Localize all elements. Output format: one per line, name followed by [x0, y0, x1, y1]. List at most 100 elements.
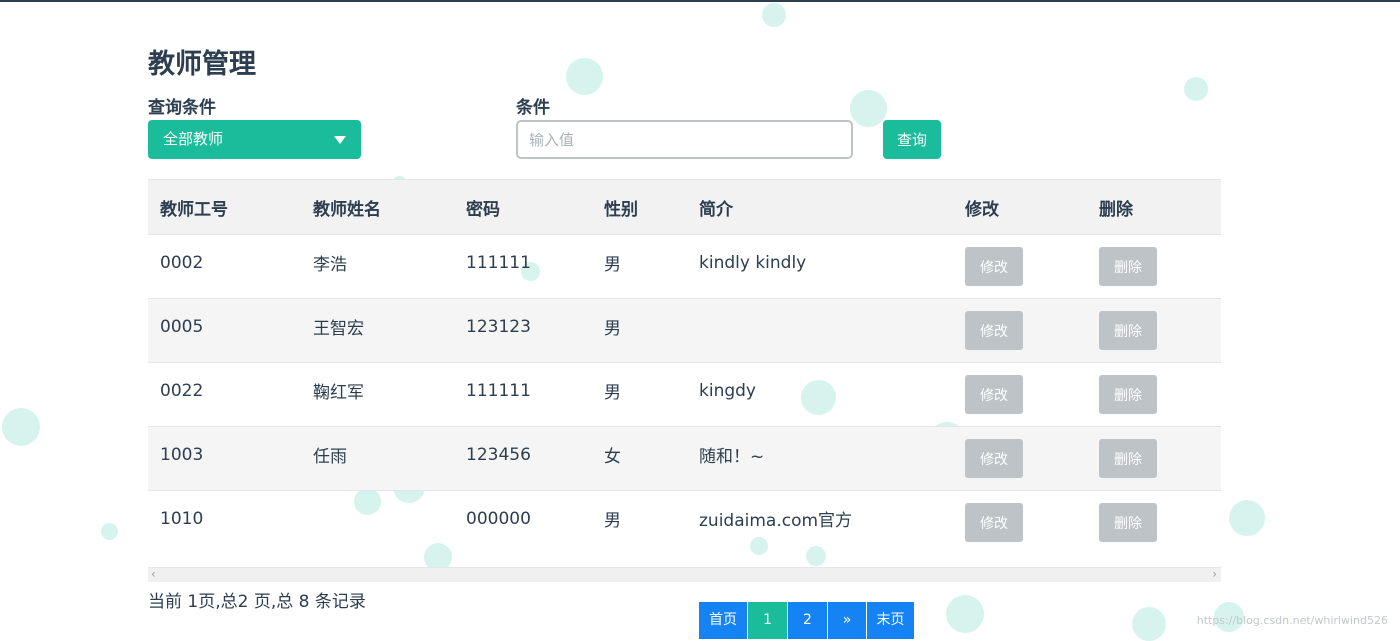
cell-teacher-id: 1003 [148, 426, 301, 491]
cell-password: 000000 [454, 491, 592, 555]
cell-gender: 女 [592, 426, 687, 491]
cell-delete: 删除 [1087, 426, 1221, 491]
page-info-text: 当前 1页,总2 页,总 8 条记录 [148, 592, 366, 612]
cell-password-text: 111111 [466, 252, 531, 273]
chevron-right-icon[interactable]: › [1212, 567, 1217, 582]
edit-button[interactable]: 修改 [965, 247, 1023, 286]
edit-button[interactable]: 修改 [965, 311, 1023, 350]
cell-teacher-id: 0005 [148, 298, 301, 363]
delete-button[interactable]: 删除 [1099, 439, 1157, 478]
cell-gender-text: 男 [604, 383, 621, 403]
cell-password-text: 123123 [466, 316, 531, 337]
cell-gender-text: 男 [604, 255, 621, 275]
cell-password: 111111 [454, 362, 592, 427]
cell-teacher-name: 李浩 [301, 234, 454, 299]
cell-gender: 男 [592, 491, 687, 555]
delete-button[interactable]: 删除 [1099, 247, 1157, 286]
teacher-table-wrapper: 教师工号 教师姓名 密码 性别 简介 修改 删除 0002 李浩 111111 … [148, 179, 1221, 554]
edit-button[interactable]: 修改 [965, 503, 1023, 542]
cell-delete: 删除 [1087, 362, 1221, 427]
cell-intro-text: 随和！~ [699, 447, 765, 467]
table-header-row: 教师工号 教师姓名 密码 性别 简介 修改 删除 [148, 179, 1221, 235]
cell-teacher-name-text: 任雨 [313, 447, 347, 467]
cell-teacher-id-text: 1003 [160, 444, 204, 465]
caret-down-icon [334, 136, 346, 144]
cell-intro-text: kindly kindly [699, 252, 807, 273]
header-teacher-name: 教师姓名 [301, 179, 454, 235]
query-button[interactable]: 查询 [883, 120, 941, 159]
cell-password: 123456 [454, 426, 592, 491]
cell-teacher-name-text: 鞠红军 [313, 383, 364, 403]
cell-intro: 随和！~ [687, 426, 953, 491]
query-condition-label: 查询条件 [148, 98, 216, 118]
cell-password-text: 000000 [466, 508, 531, 529]
table-row: 0002 李浩 111111 男 kindly kindly 修改 删除 [148, 234, 1221, 299]
header-edit: 修改 [953, 179, 1087, 235]
cell-intro: zuidaima.com官方 [687, 491, 953, 555]
cell-gender-text: 男 [604, 511, 621, 531]
cell-teacher-name-text: 王智宏 [313, 319, 364, 339]
header-teacher-id: 教师工号 [148, 179, 301, 235]
cell-password: 111111 [454, 234, 592, 299]
horizontal-scrollbar[interactable]: ‹ › [148, 567, 1221, 582]
cell-teacher-name: 任雨 [301, 426, 454, 491]
cell-teacher-id: 0002 [148, 234, 301, 299]
cell-delete: 删除 [1087, 234, 1221, 299]
header-intro: 简介 [687, 179, 953, 235]
pagination-first[interactable]: 首页 [699, 602, 748, 639]
cell-gender-text: 男 [604, 319, 621, 339]
table-row: 0005 王智宏 123123 男 修改 删除 [148, 298, 1221, 363]
delete-button[interactable]: 删除 [1099, 503, 1157, 542]
table-row: 0022 鞠红军 111111 男 kingdy 修改 删除 [148, 362, 1221, 427]
cell-delete: 删除 [1087, 491, 1221, 555]
edit-button[interactable]: 修改 [965, 375, 1023, 414]
teacher-filter-value: 全部教师 [163, 130, 224, 148]
cell-password-text: 111111 [466, 380, 531, 401]
cell-gender: 男 [592, 234, 687, 299]
chevron-left-icon[interactable]: ‹ [151, 567, 156, 582]
cell-teacher-id-text: 0022 [160, 380, 204, 401]
cell-teacher-id-text: 0005 [160, 316, 204, 337]
cell-password-text: 123456 [466, 444, 531, 465]
cell-teacher-id: 1010 [148, 491, 301, 555]
teacher-table: 教师工号 教师姓名 密码 性别 简介 修改 删除 0002 李浩 111111 … [148, 179, 1221, 554]
cell-teacher-name: 王智宏 [301, 298, 454, 363]
table-row: 1010 000000 男 zuidaima.com官方 修改 删除 [148, 491, 1221, 555]
cell-intro-text: zuidaima.com官方 [699, 511, 853, 531]
condition-input[interactable] [516, 120, 853, 159]
cell-intro [687, 298, 953, 363]
cell-intro: kindly kindly [687, 234, 953, 299]
cell-edit: 修改 [953, 362, 1087, 427]
edit-button[interactable]: 修改 [965, 439, 1023, 478]
cell-teacher-id-text: 1010 [160, 508, 204, 529]
cell-gender-text: 女 [604, 447, 621, 467]
cell-edit: 修改 [953, 298, 1087, 363]
header-delete: 删除 [1087, 179, 1221, 235]
cell-teacher-name [301, 491, 454, 555]
delete-button[interactable]: 删除 [1099, 311, 1157, 350]
pagination-last[interactable]: 末页 [867, 602, 914, 639]
condition-label: 条件 [516, 98, 550, 118]
cell-edit: 修改 [953, 426, 1087, 491]
header-password: 密码 [454, 179, 592, 235]
cell-teacher-id-text: 0002 [160, 252, 204, 273]
watermark: https://blog.csdn.net/whirlwind526 [1196, 614, 1388, 627]
cell-edit: 修改 [953, 234, 1087, 299]
cell-delete: 删除 [1087, 298, 1221, 363]
cell-teacher-name-text: 李浩 [313, 255, 347, 275]
cell-gender: 男 [592, 298, 687, 363]
cell-intro-text: kingdy [699, 380, 756, 401]
pagination-page-1[interactable]: 1 [748, 602, 788, 639]
header-gender: 性别 [592, 179, 687, 235]
cell-edit: 修改 [953, 491, 1087, 555]
delete-button[interactable]: 删除 [1099, 375, 1157, 414]
cell-teacher-id: 0022 [148, 362, 301, 427]
teacher-filter-select[interactable]: 全部教师 [148, 120, 361, 159]
pagination-page-2[interactable]: 2 [788, 602, 828, 639]
cell-teacher-name: 鞠红军 [301, 362, 454, 427]
table-row: 1003 任雨 123456 女 随和！~ 修改 删除 [148, 426, 1221, 491]
main-content: 教师管理 查询条件 全部教师 条件 查询 教师工号 教师姓名 密码 [0, 0, 1400, 639]
cell-gender: 男 [592, 362, 687, 427]
cell-intro: kingdy [687, 362, 953, 427]
pagination-next[interactable]: » [828, 602, 867, 639]
